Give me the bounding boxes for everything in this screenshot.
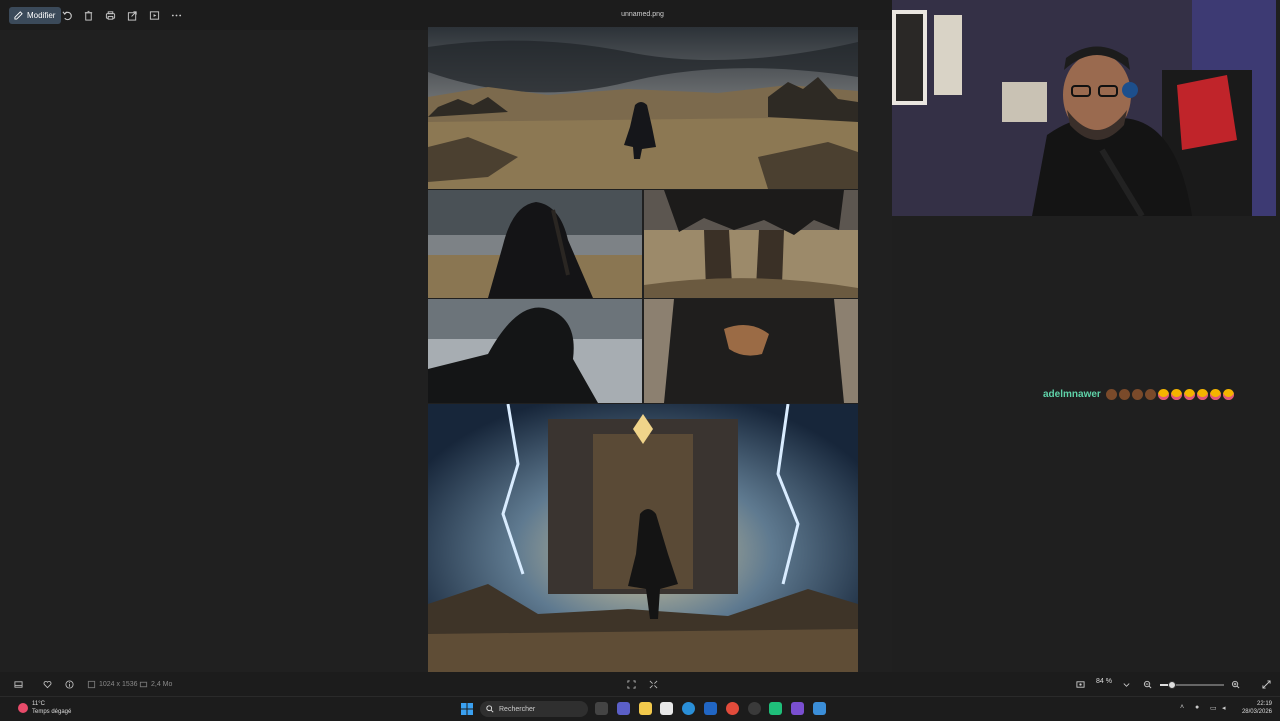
- zoom-level-dropdown[interactable]: 84 %: [1096, 678, 1112, 685]
- task-view-icon[interactable]: [595, 702, 608, 715]
- delete-icon[interactable]: [82, 9, 94, 21]
- tray-overflow-chevron-icon[interactable]: ˄: [1180, 704, 1184, 711]
- zoom-in-icon[interactable]: [1231, 677, 1240, 691]
- emote-icon: [1131, 389, 1143, 400]
- volume-icon[interactable]: ◂: [1222, 704, 1226, 712]
- fullscreen-icon[interactable]: [649, 677, 658, 691]
- laughing-emoji-icon: [1209, 389, 1221, 400]
- zoom-slider-thumb[interactable]: [1167, 681, 1176, 689]
- microsoft-store-icon[interactable]: [660, 702, 673, 715]
- file-info-icon[interactable]: [65, 677, 74, 691]
- clock-time: 22:19: [1256, 701, 1272, 707]
- storage-icon: [139, 681, 148, 687]
- mail-icon[interactable]: [704, 702, 717, 715]
- discord-icon[interactable]: [791, 702, 804, 715]
- image-dimensions-text: 1024 x 1536: [99, 680, 138, 688]
- photos-app-icon[interactable]: [769, 702, 782, 715]
- search-placeholder: Rechercher: [499, 705, 536, 713]
- taskbar-search-box[interactable]: Rechercher: [480, 701, 588, 717]
- image-panel-clenched-fist: [644, 299, 858, 403]
- photos-viewer-window: Modifier unnamed.png: [0, 0, 892, 696]
- displayed-image[interactable]: [428, 27, 858, 672]
- search-icon: [486, 705, 494, 713]
- emote-icon: [1105, 389, 1117, 400]
- edit-button-label: Modifier: [27, 11, 56, 20]
- filmstrip-toggle-icon[interactable]: [14, 677, 23, 691]
- chat-username[interactable]: adelmnawer: [1043, 389, 1101, 400]
- chrome-browser-icon[interactable]: [726, 702, 739, 715]
- weather-icon: [18, 703, 28, 713]
- more-icon[interactable]: [170, 9, 182, 21]
- weather-description: Temps dégagé: [32, 709, 72, 715]
- paint-icon[interactable]: [813, 702, 826, 715]
- image-panel-gate-lightning: [428, 404, 858, 672]
- image-panel-feet-walking: [644, 190, 858, 298]
- chat-message: adelmnawer: [1043, 389, 1234, 400]
- speedtest-icon[interactable]: [748, 702, 761, 715]
- expand-icon[interactable]: [1262, 677, 1271, 691]
- chat-emotes: [1105, 389, 1234, 400]
- print-icon[interactable]: [104, 9, 116, 21]
- image-dimensions: 1024 x 1536: [87, 677, 138, 691]
- file-title: unnamed.png: [621, 11, 664, 18]
- fit-to-window-icon[interactable]: [627, 677, 636, 691]
- laughing-emoji-icon: [1196, 389, 1208, 400]
- viewer-toolbar: Modifier unnamed.png: [0, 0, 892, 30]
- image-panel-desert-wanderer: [428, 27, 858, 189]
- laughing-emoji-icon: [1183, 389, 1195, 400]
- file-size: 2,4 Mo: [139, 677, 172, 691]
- file-size-text: 2,4 Mo: [151, 680, 173, 688]
- weather-temperature: 11°C: [32, 701, 45, 707]
- emote-icon: [1118, 389, 1130, 400]
- emote-icon: [1144, 389, 1156, 400]
- share-icon[interactable]: [126, 9, 138, 21]
- image-panel-hooded-back: [428, 190, 642, 298]
- teams-icon[interactable]: [617, 702, 630, 715]
- zoom-out-icon[interactable]: [1143, 677, 1152, 691]
- network-icon[interactable]: ▭: [1210, 704, 1217, 712]
- slideshow-icon[interactable]: [148, 9, 160, 21]
- file-explorer-icon[interactable]: [639, 702, 652, 715]
- rotate-icon[interactable]: [61, 9, 73, 21]
- clock-date: 28/03/2026: [1241, 709, 1272, 715]
- edit-icon: [14, 11, 23, 20]
- windows-taskbar: 11°C Temps dégagé Rechercher ˄ ● ▭ ◂ 22:…: [0, 696, 1280, 721]
- weather-widget[interactable]: 11°C Temps dégagé: [18, 700, 71, 716]
- edit-button[interactable]: Modifier: [9, 7, 62, 24]
- zoom-slider[interactable]: [1160, 681, 1224, 689]
- microphone-icon[interactable]: ●: [1195, 704, 1199, 711]
- webcam-overlay: [892, 0, 1276, 216]
- laughing-emoji-icon: [1170, 389, 1182, 400]
- laughing-emoji-icon: [1157, 389, 1169, 400]
- image-size-icon: [87, 680, 96, 688]
- windows-start-icon[interactable]: [461, 703, 473, 715]
- edge-browser-icon[interactable]: [682, 702, 695, 715]
- viewer-status-bar: 1024 x 1536 2,4 Mo 84 %: [0, 672, 1280, 696]
- actual-size-icon[interactable]: [1076, 677, 1085, 691]
- favorite-heart-icon[interactable]: [43, 677, 52, 691]
- image-panel-hood-profile: [428, 299, 642, 403]
- laughing-emoji-icon: [1222, 389, 1234, 400]
- system-clock[interactable]: 22:19 28/03/2026: [1236, 700, 1272, 716]
- chevron-down-icon[interactable]: [1122, 677, 1131, 691]
